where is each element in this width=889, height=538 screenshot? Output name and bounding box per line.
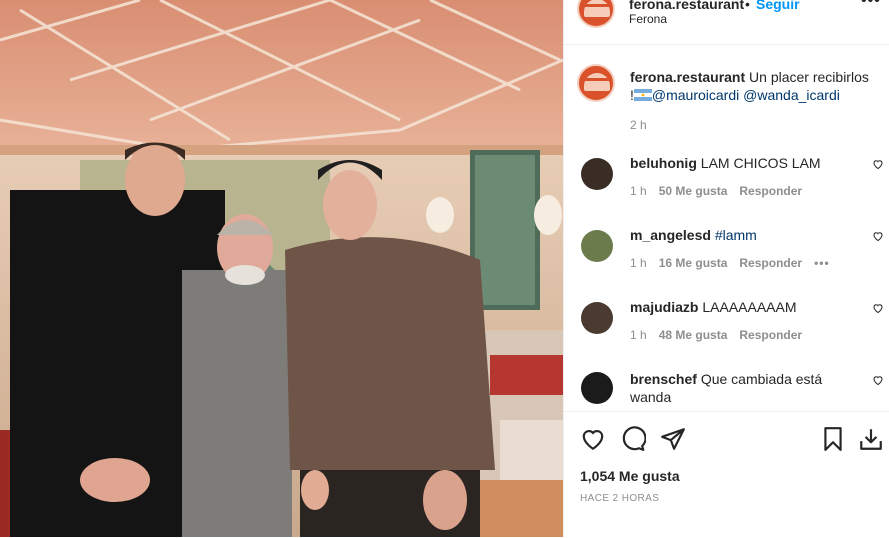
comment-time: 1 h [630, 256, 647, 270]
comment-text: LAAAAAAAAM [702, 299, 797, 315]
profile-avatar[interactable] [577, 0, 615, 28]
download-icon[interactable] [858, 426, 884, 452]
comments-scroll-area[interactable]: ferona.restaurant Un placer recibirlos !… [564, 44, 889, 411]
comment-item: m_angelesd #lamm 1 h 16 Me gusta Responder… [564, 212, 889, 282]
reply-button[interactable]: Responder [739, 328, 802, 342]
comment-likes[interactable]: 16 Me gusta [659, 256, 728, 270]
comment-bubble-icon[interactable] [620, 426, 646, 452]
comment-item: beluhonig LAM CHICOS LAM 1 h 50 Me gusta R… [564, 140, 889, 210]
comment-time: 1 h [630, 184, 647, 198]
comment-text: LAM CHICOS LAM [700, 155, 821, 171]
mention-link[interactable]: @wanda_icardi [743, 87, 840, 103]
hashtag-link[interactable]: #lamm [715, 227, 757, 243]
comment-item: majudiazb LAAAAAAAAM 1 h 48 Me gusta Respo… [564, 284, 889, 354]
commenter-avatar[interactable] [581, 302, 613, 334]
caption-text: Un placer recibirlos [749, 69, 869, 85]
comment-time: 1 h [630, 328, 647, 342]
comment-heart-icon[interactable] [872, 158, 884, 170]
comment-text: Que cambiada está [700, 371, 823, 387]
commenter-avatar[interactable] [581, 158, 613, 190]
comment-item: brenschef Que cambiada está wanda [564, 356, 889, 411]
comment-username[interactable]: brenschef [630, 371, 697, 387]
comment-heart-icon[interactable] [872, 374, 884, 386]
comment-text-line2: wanda [630, 389, 672, 405]
comment-options-icon[interactable]: ••• [814, 256, 830, 270]
commenter-avatar[interactable] [581, 230, 613, 262]
reply-button[interactable]: Responder [739, 256, 802, 270]
more-options-icon[interactable]: ••• [861, 0, 881, 10]
location-link[interactable]: Ferona [629, 12, 667, 26]
caption-time: 2 h [630, 118, 647, 132]
post-photo[interactable] [0, 0, 563, 537]
follow-button[interactable]: Seguir [756, 0, 800, 12]
comment-heart-icon[interactable] [872, 230, 884, 242]
comment-heart-icon[interactable] [872, 302, 884, 314]
restaurant-photo-image [0, 0, 563, 537]
comment-username[interactable]: m_angelesd [630, 227, 711, 243]
comment-username[interactable]: majudiazb [630, 299, 698, 315]
post-side-panel: ferona.restaurant • Seguir Ferona ••• fe… [563, 0, 889, 537]
post-header: ferona.restaurant • Seguir Ferona ••• [564, 0, 889, 45]
argentina-flag-icon [633, 89, 652, 101]
post-actions: 1,054 Me gusta HACE 2 HORAS [564, 411, 889, 538]
commenter-avatar[interactable] [581, 372, 613, 404]
mention-link[interactable]: @mauroicardi [652, 87, 739, 103]
caption-username[interactable]: ferona.restaurant [630, 69, 745, 85]
comment-likes[interactable]: 48 Me gusta [659, 328, 728, 342]
comment-likes[interactable]: 50 Me gusta [659, 184, 728, 198]
like-heart-icon[interactable] [580, 426, 606, 452]
save-bookmark-icon[interactable] [820, 426, 846, 452]
caption: ferona.restaurant Un placer recibirlos !… [630, 68, 880, 134]
post-timestamp: HACE 2 HORAS [580, 493, 660, 504]
share-paper-plane-icon[interactable] [660, 426, 686, 452]
comment-username[interactable]: beluhonig [630, 155, 697, 171]
reply-button[interactable]: Responder [739, 184, 802, 198]
header-username[interactable]: ferona.restaurant [629, 0, 744, 12]
caption-avatar[interactable] [577, 64, 615, 102]
likes-count[interactable]: 1,054 Me gusta [580, 468, 680, 484]
separator-dot: • [745, 0, 750, 12]
